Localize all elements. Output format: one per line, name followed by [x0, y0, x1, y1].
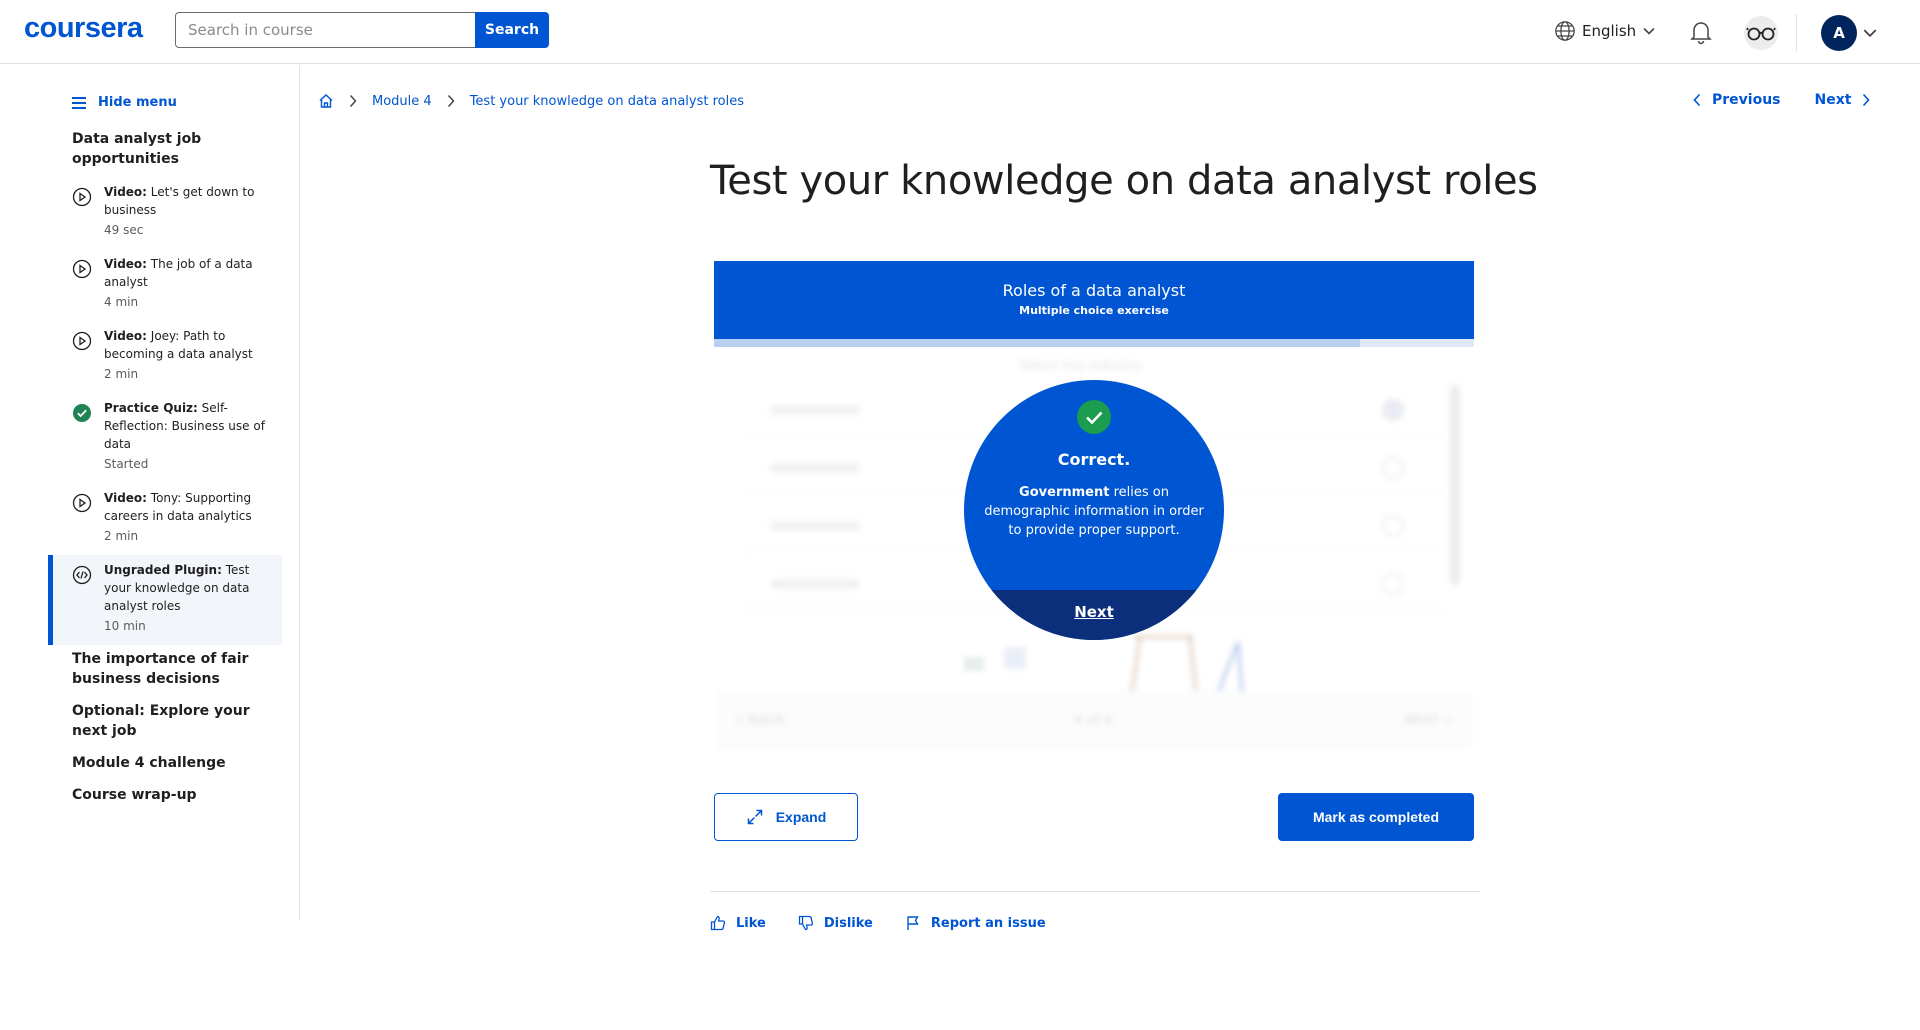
sidebar-item-title: Video: Tony: Supporting careers in data …: [104, 491, 252, 523]
learning-assistant-button[interactable]: [1744, 16, 1778, 50]
chevron-down-icon: [1643, 27, 1655, 35]
plugin-progress: [714, 339, 1474, 347]
chevron-left-icon: [1693, 93, 1701, 107]
section-link[interactable]: Course wrap-up: [72, 785, 272, 805]
flag-icon: [907, 916, 919, 930]
sidebar-item-active[interactable]: Ungraded Plugin: Test your knowledge on …: [48, 555, 282, 645]
plugin-question: Select the industry: [1019, 359, 1142, 374]
item-pager: Previous Next: [1692, 92, 1871, 108]
sidebar-item-title: Video: The job of a data analyst: [104, 257, 253, 289]
hide-menu-label: Hide menu: [98, 95, 177, 110]
play-circle-icon: [72, 331, 92, 351]
breadcrumb-current[interactable]: Test your knowledge on data analyst role…: [470, 94, 744, 109]
search-button[interactable]: Search: [475, 12, 549, 48]
home-icon[interactable]: [318, 93, 334, 109]
check-circle-icon: [1077, 400, 1111, 434]
header-divider: [1796, 14, 1797, 52]
sidebar-item-title: Ungraded Plugin: Test your knowledge on …: [104, 563, 250, 613]
report-issue-button[interactable]: Report an issue: [905, 915, 1046, 931]
menu-icon: [72, 96, 86, 109]
glasses-icon: [1746, 27, 1776, 41]
dislike-button[interactable]: Dislike: [798, 915, 873, 931]
sidebar-item-title: Video: Let's get down to business: [104, 185, 255, 217]
sidebar-item-title: Video: Joey: Path to becoming a data ana…: [104, 329, 253, 361]
expand-icon: [747, 809, 762, 825]
plugin-next: NEXT >: [1404, 713, 1454, 727]
plugin-back: < BACK: [734, 713, 785, 727]
notifications-button[interactable]: [1688, 18, 1714, 46]
mark-as-completed-button[interactable]: Mark as completed: [1278, 793, 1474, 841]
chevron-right-icon: [1863, 93, 1871, 107]
sidebar-item[interactable]: Video: The job of a data analyst 4 min: [48, 249, 282, 317]
language-label: English: [1582, 22, 1637, 40]
hide-menu-button[interactable]: Hide menu: [72, 95, 177, 110]
plugin-header: Roles of a data analyst Multiple choice …: [714, 261, 1474, 339]
content-divider: [710, 891, 1480, 892]
sidebar-item[interactable]: Practice Quiz: Self-Reflection: Business…: [48, 393, 282, 479]
play-circle-icon: [72, 493, 92, 513]
next-label: Next: [1814, 92, 1852, 108]
breadcrumb: Module 4 Test your knowledge on data ana…: [318, 93, 744, 109]
top-bar: coursera Search English A: [0, 0, 1920, 64]
play-circle-icon: [72, 187, 92, 207]
previous-button[interactable]: Previous: [1692, 92, 1781, 108]
result-feedback-circle: Correct. Government relies on demographi…: [964, 380, 1224, 640]
next-button[interactable]: Next: [1815, 92, 1872, 108]
section-link[interactable]: The importance of fair business decision…: [72, 649, 272, 689]
chevron-right-icon: [447, 94, 455, 108]
section-link[interactable]: Optional: Explore your next job: [72, 701, 272, 741]
play-circle-icon: [72, 259, 92, 279]
sidebar-item[interactable]: Video: Tony: Supporting careers in data …: [48, 483, 282, 551]
course-sidebar: Hide menu Data analyst job opportunities…: [0, 65, 300, 920]
avatar[interactable]: A: [1821, 15, 1857, 51]
expand-button[interactable]: Expand: [714, 793, 858, 841]
chevron-right-icon: [349, 94, 357, 108]
previous-label: Previous: [1712, 92, 1781, 108]
like-button[interactable]: Like: [710, 915, 766, 931]
like-label: Like: [736, 915, 766, 931]
plugin-title: Roles of a data analyst: [1002, 281, 1186, 300]
sidebar-item[interactable]: Video: Let's get down to business 49 sec: [48, 177, 282, 245]
result-message: Government relies on demographic informa…: [984, 485, 1204, 538]
search-bar: Search: [175, 12, 549, 48]
sidebar-item-duration: 2 min: [104, 529, 139, 543]
sidebar-item-duration: 49 sec: [104, 223, 144, 237]
dislike-label: Dislike: [823, 915, 873, 931]
search-input[interactable]: [175, 12, 475, 48]
expand-label: Expand: [775, 809, 827, 825]
feedback-bar: Like Dislike Report an issue: [710, 915, 1046, 931]
sidebar-item-duration: Started: [104, 457, 149, 471]
plugin-subtitle: Multiple choice exercise: [1019, 304, 1169, 317]
code-icon: [72, 565, 92, 585]
bell-icon: [1690, 22, 1712, 45]
plugin-footer: < BACK 4 of 4 NEXT >: [714, 691, 1474, 751]
page-title: Test your knowledge on data analyst role…: [710, 158, 1538, 204]
breadcrumb-module[interactable]: Module 4: [372, 94, 432, 109]
plugin-scrollbar: [1450, 385, 1460, 585]
thumbs-down-icon: [798, 915, 813, 931]
plugin-progress-fill: [714, 339, 1360, 347]
language-selector[interactable]: English: [1554, 20, 1656, 42]
report-issue-label: Report an issue: [930, 915, 1046, 931]
sidebar-item-duration: 10 min: [104, 619, 146, 633]
globe-icon: [1555, 21, 1575, 41]
result-next-link[interactable]: Next: [964, 603, 1224, 621]
section-current[interactable]: Data analyst job opportunities: [72, 129, 272, 169]
sidebar-item-duration: 2 min: [104, 367, 139, 381]
section-link[interactable]: Module 4 challenge: [72, 753, 272, 773]
chevron-down-icon[interactable]: [1862, 25, 1878, 41]
check-circle-icon: [73, 404, 91, 422]
plugin-page: 4 of 4: [1074, 713, 1113, 727]
sidebar-item-title: Practice Quiz: Self-Reflection: Business…: [104, 401, 265, 451]
coursera-logo[interactable]: coursera: [24, 12, 143, 45]
result-heading: Correct.: [1057, 450, 1131, 469]
sidebar-item[interactable]: Video: Joey: Path to becoming a data ana…: [48, 321, 282, 389]
sidebar-item-duration: 4 min: [104, 295, 139, 309]
thumbs-up-icon: [710, 915, 726, 931]
